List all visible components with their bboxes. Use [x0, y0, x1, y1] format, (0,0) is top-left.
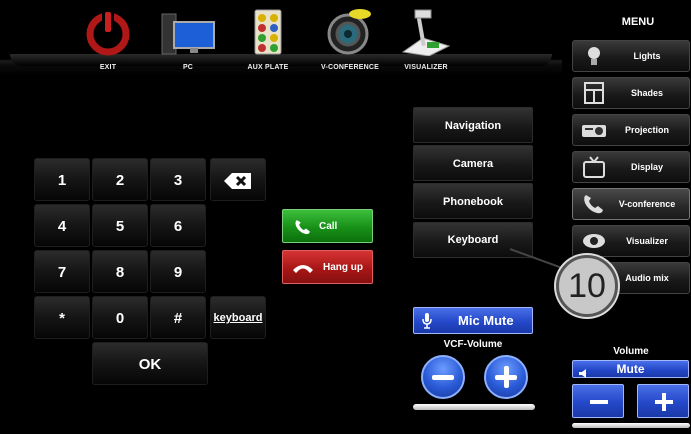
vcf-volume-slider[interactable]: [413, 404, 535, 410]
menu-item-shades[interactable]: Shades: [572, 77, 690, 109]
hangup-icon: [291, 260, 315, 281]
callout-badge: 10: [556, 255, 618, 317]
key-4[interactable]: 4: [34, 204, 90, 247]
key-hash[interactable]: #: [150, 296, 206, 339]
tab-navigation[interactable]: Navigation: [413, 107, 533, 143]
source-visualizer[interactable]: VISUALIZER: [386, 8, 466, 71]
key-7[interactable]: 7: [34, 250, 90, 293]
menu-item-projection[interactable]: Projection: [572, 114, 690, 146]
phone-icon: [293, 217, 313, 242]
menu-item-display[interactable]: Display: [572, 151, 690, 183]
menu-title: MENU: [621, 16, 655, 28]
hangup-button[interactable]: Hang up: [282, 250, 373, 284]
source-v-conference[interactable]: V-CONFERENCE: [310, 8, 390, 71]
key-1[interactable]: 1: [34, 158, 90, 201]
menu-item-lights[interactable]: Lights: [572, 40, 690, 72]
source-aux-plate[interactable]: AUX PLATE: [228, 8, 308, 71]
vcf-volume-up-button[interactable]: [484, 355, 528, 399]
mic-mute-button[interactable]: Mic Mute: [413, 307, 533, 334]
microphone-icon: [422, 313, 432, 334]
key-5[interactable]: 5: [92, 204, 148, 247]
room-volume-slider[interactable]: [572, 423, 690, 428]
power-icon: [86, 8, 130, 56]
tab-phonebook[interactable]: Phonebook: [413, 183, 533, 219]
visualizer-icon: [401, 8, 451, 57]
room-mute-button[interactable]: Mute: [572, 360, 689, 378]
source-pc[interactable]: PC: [148, 8, 228, 71]
aux-plate-icon: [253, 8, 283, 56]
keyboard-key[interactable]: keyboard: [210, 296, 266, 339]
backspace-button[interactable]: [210, 158, 266, 201]
backspace-icon: [223, 172, 253, 190]
source-exit[interactable]: EXIT: [68, 8, 148, 71]
menu-item-v-conference[interactable]: V-conference: [572, 188, 690, 220]
tv-icon: [581, 156, 607, 178]
key-2[interactable]: 2: [92, 158, 148, 201]
callout-pointer: [509, 248, 569, 272]
key-0[interactable]: 0: [92, 296, 148, 339]
pc-icon: [160, 8, 216, 56]
source-bar: EXIT PC AUX PLATE V-CONFERENCE VISUALIZE…: [0, 0, 562, 76]
key-6[interactable]: 6: [150, 204, 206, 247]
key-3[interactable]: 3: [150, 158, 206, 201]
key-8[interactable]: 8: [92, 250, 148, 293]
ok-button[interactable]: OK: [92, 342, 208, 385]
vcf-volume-down-button[interactable]: [421, 355, 465, 399]
room-volume-label: Volume: [613, 346, 649, 357]
key-star[interactable]: *: [34, 296, 90, 339]
phone-icon: [581, 193, 607, 215]
room-volume-up-button[interactable]: [637, 384, 689, 418]
bulb-icon: [581, 45, 607, 67]
eye-icon: [581, 230, 607, 252]
menu-item-visualizer[interactable]: Visualizer: [572, 225, 690, 257]
tab-keyboard[interactable]: Keyboard: [413, 222, 533, 258]
call-button[interactable]: Call: [282, 209, 373, 243]
vcf-volume-label: VCF-Volume: [443, 339, 503, 350]
room-volume-down-button[interactable]: [572, 384, 624, 418]
key-9[interactable]: 9: [150, 250, 206, 293]
window-icon: [581, 82, 607, 104]
projector-icon: [581, 119, 607, 141]
tab-camera[interactable]: Camera: [413, 145, 533, 181]
camera-icon: [326, 8, 374, 56]
